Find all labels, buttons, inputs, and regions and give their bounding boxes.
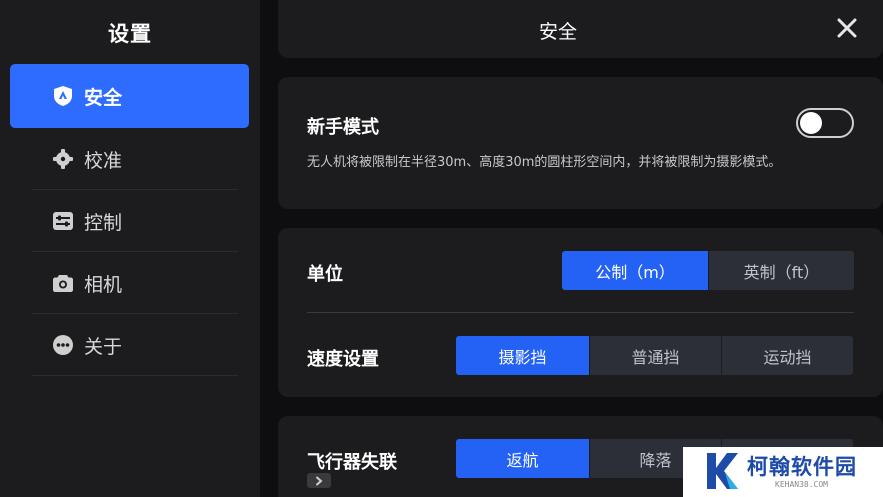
watermark: 柯翰软件园 KEHAN38.COM: [683, 447, 883, 497]
watermark-url: KEHAN38.COM: [775, 480, 828, 489]
lost-link-option-return[interactable]: 返航: [456, 439, 589, 478]
units-segmented-control: 公制（m） 英制（ft）: [562, 251, 854, 290]
toggle-knob: [800, 112, 822, 134]
units-label: 单位: [307, 264, 343, 285]
watermark-text: 柯翰软件园: [747, 455, 857, 479]
sidebar-item-safety[interactable]: 安全: [10, 64, 249, 128]
expand-chip[interactable]: [307, 473, 331, 488]
units-option-metric[interactable]: 公制（m）: [562, 251, 708, 290]
beginner-mode-toggle[interactable]: [796, 108, 854, 138]
beginner-mode-card: 新手模式 无人机将被限制在半径30m、高度30m的圆柱形空间内，并将被限制为摄影…: [278, 77, 883, 209]
sidebar-item-label: 控制: [84, 211, 123, 234]
speed-label: 速度设置: [307, 349, 379, 370]
sidebar-item-camera[interactable]: 相机: [10, 251, 249, 315]
close-icon: [837, 18, 857, 38]
units-option-imperial[interactable]: 英制（ft）: [708, 251, 854, 290]
beginner-mode-label: 新手模式: [307, 117, 379, 138]
chevron-right-icon: [316, 476, 323, 485]
sidebar-divider: [32, 375, 238, 376]
more-dots-icon: [52, 334, 74, 356]
sliders-icon: [52, 210, 74, 232]
shield-icon: [52, 85, 74, 107]
speed-option-photo[interactable]: 摄影挡: [456, 336, 589, 375]
beginner-mode-description: 无人机将被限制在半径30m、高度30m的圆柱形空间内，并将被限制为摄影模式。: [307, 155, 782, 170]
sidebar-title: 设置: [108, 22, 152, 46]
units-speed-card: 单位 公制（m） 英制（ft） 速度设置 摄影挡 普通挡 运动挡: [278, 228, 883, 397]
sidebar-item-calibration[interactable]: 校准: [10, 127, 249, 191]
sidebar-item-label: 相机: [84, 273, 123, 296]
sidebar: 设置 安全 校准 控制 相机 关于: [0, 0, 260, 497]
camera-icon: [52, 272, 74, 294]
sidebar-item-about[interactable]: 关于: [10, 313, 249, 377]
watermark-logo-icon: [707, 453, 738, 489]
close-button[interactable]: [835, 16, 859, 40]
speed-option-sport[interactable]: 运动挡: [721, 336, 853, 375]
speed-segmented-control: 摄影挡 普通挡 运动挡: [456, 336, 853, 375]
sidebar-item-label: 安全: [84, 86, 123, 109]
sidebar-item-label: 关于: [84, 335, 123, 358]
page-title: 安全: [538, 21, 577, 43]
sidebar-item-label: 校准: [84, 149, 123, 172]
speed-option-normal[interactable]: 普通挡: [589, 336, 721, 375]
main-panel: 安全 新手模式 无人机将被限制在半径30m、高度30m的圆柱形空间内，并将被限制…: [278, 0, 883, 497]
header: 安全: [278, 0, 883, 58]
calibration-icon: [52, 148, 74, 170]
row-divider: [307, 312, 854, 313]
sidebar-item-control[interactable]: 控制: [10, 189, 249, 253]
lost-link-label: 飞行器失联: [307, 452, 397, 473]
